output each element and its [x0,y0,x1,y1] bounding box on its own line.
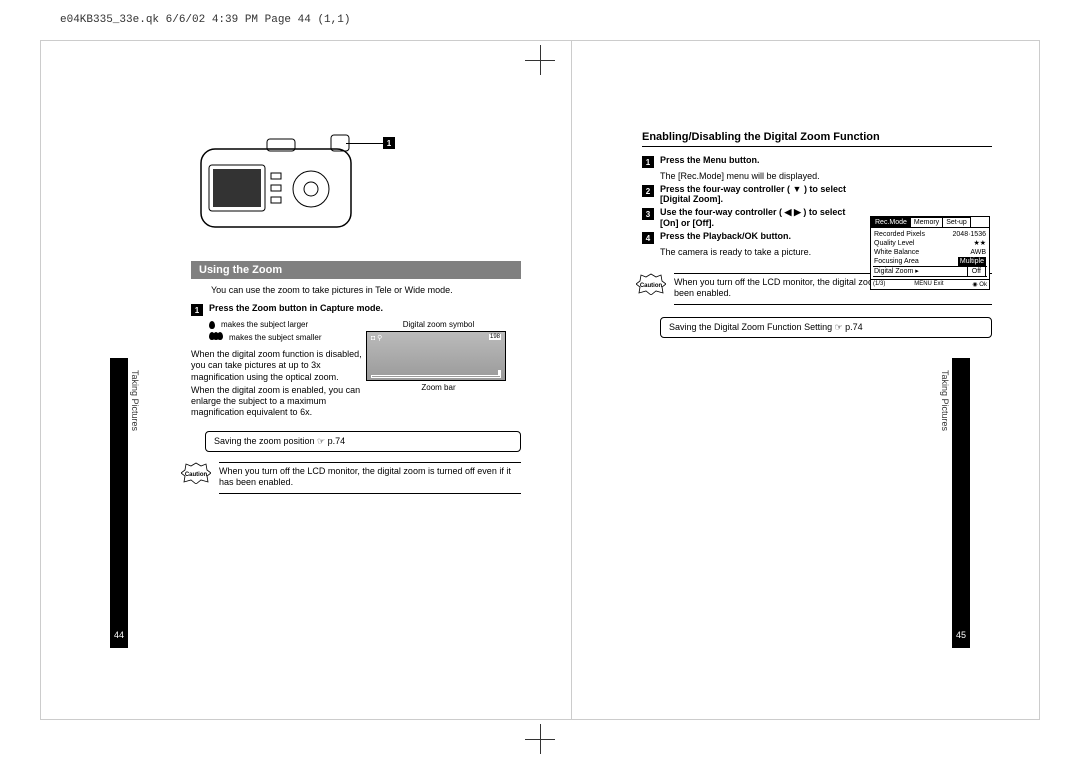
lcd-label-top: Digital zoom symbol [366,320,511,329]
svg-text:Caution: Caution [640,283,663,289]
side-tab-left: 44 [110,358,128,648]
page-number-45: 45 [952,630,970,640]
menu-quality: Quality Level [874,239,914,248]
side-label-right: Taking Pictures [940,370,950,431]
menu-digital-zoom: Digital Zoom ▸ [874,267,919,276]
caution-icon: Caution [181,462,211,484]
lcd-area: makes the subject larger makes the subje… [191,320,521,421]
step-r4: Press the Playback/OK button. [660,231,791,241]
reference-box-right: Saving the Digital Zoom Function Setting… [660,317,992,338]
menu-tabs: Rec.Mode Memory Set-up [871,217,989,227]
caution-text-left: When you turn off the LCD monitor, the d… [219,462,521,494]
step-1: 1 Press the Zoom button in Capture mode. [191,303,521,316]
step-r1: Press the Menu button. [660,155,760,165]
menu-body: Recorded Pixels 2048·1536 Quality Level ★★… [871,227,989,279]
rec-mode-menu: Rec.Mode Memory Set-up Recorded Pixels 20… [870,216,990,290]
tab-setup: Set-up [942,217,971,227]
menu-recorded-pixels: Recorded Pixels [874,230,925,239]
camera-illustration: 1 [191,131,371,241]
page-45: Enabling/Disabling the Digital Zoom Func… [572,41,1042,719]
callout-line [346,143,384,144]
caution-left: Caution When you turn off the LCD monito… [181,462,521,494]
page-number-44: 44 [110,630,128,640]
step-number-icon: 3 [642,208,654,220]
para-optical: When the digital zoom function is disabl… [191,349,366,383]
steps-right: 1 Press the Menu button. The [Rec.Mode] m… [642,155,862,259]
tele-icon [209,321,215,329]
side-label-left: Taking Pictures [130,370,140,431]
para-digital: When the digital zoom is enabled, you ca… [191,385,366,419]
menu-focus: Focusing Area [874,257,919,266]
menu-exit: MENU Exit [914,281,943,288]
zoom-icons-legend: makes the subject larger makes the subje… [209,320,366,343]
step-number-icon: 4 [642,232,654,244]
menu-digital-zoom-val: Off [967,267,986,276]
menu-recorded-pixels-val: 2048·1536 [953,230,986,239]
lcd-screen: ◘ ⚲ 198 [366,331,506,381]
print-header: e04KB335_33e.qk 6/6/02 4:39 PM Page 44 (… [60,14,350,26]
lcd-col-screen: Digital zoom symbol ◘ ⚲ 198 Zoom bar [366,320,511,421]
menu-wb-val: AWB [970,248,986,257]
wide-icon [209,332,223,343]
step-r4-sub: The camera is ready to take a picture. [660,247,862,258]
step-number-icon: 1 [191,304,203,316]
section-title-using-zoom: Using the Zoom [191,261,521,279]
crop-mark-bottom [525,724,555,754]
page-spread: 1 Using the Zoom You can use the zoom to… [40,40,1040,720]
zoom-indicator [498,370,501,375]
menu-wb: White Balance [874,248,919,257]
menu-page-indicator: (1/3) [873,281,885,288]
tab-rec-mode: Rec.Mode [871,217,911,227]
step-r3: Use the four-way controller ( ◀ ▶ ) to s… [660,207,845,228]
callout-number-1: 1 [383,137,395,149]
menu-focus-val: Multiple [958,257,986,266]
side-tab-right: 45 [952,358,970,648]
legend-smaller: makes the subject smaller [229,333,321,343]
step-r1-sub: The [Rec.Mode] menu will be displayed. [660,171,862,182]
lcd-label-bottom: Zoom bar [366,383,511,392]
step-number-icon: 1 [642,156,654,168]
intro-text: You can use the zoom to take pictures in… [211,285,521,295]
section-title-digital-zoom: Enabling/Disabling the Digital Zoom Func… [642,131,992,147]
tab-memory: Memory [910,217,943,227]
lcd-top-left: ◘ ⚲ [371,334,382,342]
lcd-col-text: makes the subject larger makes the subje… [191,320,366,421]
reference-box-left: Saving the zoom position ☞ p.74 [205,431,521,452]
svg-text:Caution: Caution [185,472,208,478]
left-content: 1 Using the Zoom You can use the zoom to… [191,131,521,494]
menu-footer: (1/3) MENU Exit ◉ Ok [871,279,989,289]
lcd-top-right: 198 [489,334,501,340]
menu-ok: ◉ Ok [972,281,987,288]
menu-quality-val: ★★ [973,239,986,248]
step-number-icon: 2 [642,185,654,197]
zoom-bar [371,375,501,378]
step-r2: Press the four-way controller ( ▼ ) to s… [660,184,846,204]
legend-larger: makes the subject larger [221,320,308,330]
step-1-text: Press the Zoom button in Capture mode. [209,303,383,313]
caution-icon: Caution [636,273,666,295]
